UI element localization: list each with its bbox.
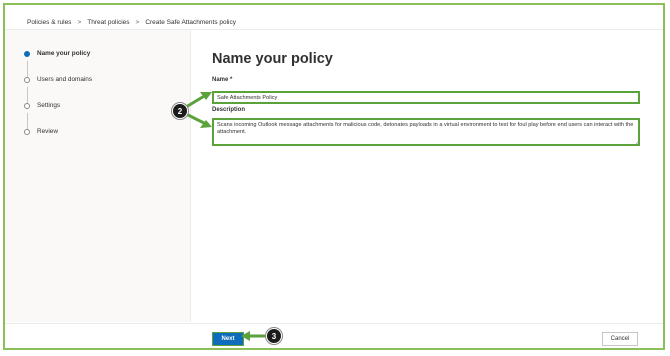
breadcrumb-policies-rules[interactable]: Policies & rules xyxy=(27,19,71,26)
wizard-steps-pane: Name your policy Users and domains Setti… xyxy=(5,30,191,322)
callout-badge-next: 3 xyxy=(266,328,282,344)
callout-badge-fields: 2 xyxy=(172,103,188,119)
cancel-button[interactable]: Cancel xyxy=(602,332,638,346)
policy-description-input[interactable]: Scans incoming Outlook message attachmen… xyxy=(212,118,640,146)
step-indicator-icon xyxy=(24,76,30,83)
breadcrumb-separator: > xyxy=(77,18,82,26)
step-connector xyxy=(27,113,28,129)
step-name-your-policy[interactable]: Name your policy xyxy=(24,50,90,57)
policy-name-input[interactable] xyxy=(212,91,640,104)
step-indicator-icon xyxy=(24,102,30,109)
step-indicator-icon xyxy=(24,128,30,135)
step-label: Users and domains xyxy=(37,76,93,83)
breadcrumb-threat-policies[interactable]: Threat policies xyxy=(87,19,129,26)
description-field-label: Description xyxy=(212,107,246,113)
footer-divider xyxy=(5,323,663,324)
step-label: Review xyxy=(37,128,58,135)
step-settings[interactable]: Settings xyxy=(24,102,60,109)
step-review[interactable]: Review xyxy=(24,128,58,135)
step-connector xyxy=(27,61,28,77)
step-label: Name your policy xyxy=(37,50,91,57)
resize-grip-icon[interactable] xyxy=(634,140,639,145)
breadcrumb-current-page: Create Safe Attachments policy xyxy=(145,18,236,26)
step-users-and-domains[interactable]: Users and domains xyxy=(24,76,92,83)
next-button[interactable]: Next xyxy=(212,332,244,346)
step-connector xyxy=(27,87,28,103)
name-field-label: Name * xyxy=(212,77,233,83)
breadcrumb-separator: > xyxy=(135,18,140,26)
wizard-window: Policies & rules > Threat policies > Cre… xyxy=(3,3,665,350)
page-title: Name your policy xyxy=(212,51,333,67)
breadcrumb: Policies & rules > Threat policies > Cre… xyxy=(27,16,236,28)
step-active-indicator-icon xyxy=(24,50,30,57)
step-label: Settings xyxy=(37,102,61,109)
